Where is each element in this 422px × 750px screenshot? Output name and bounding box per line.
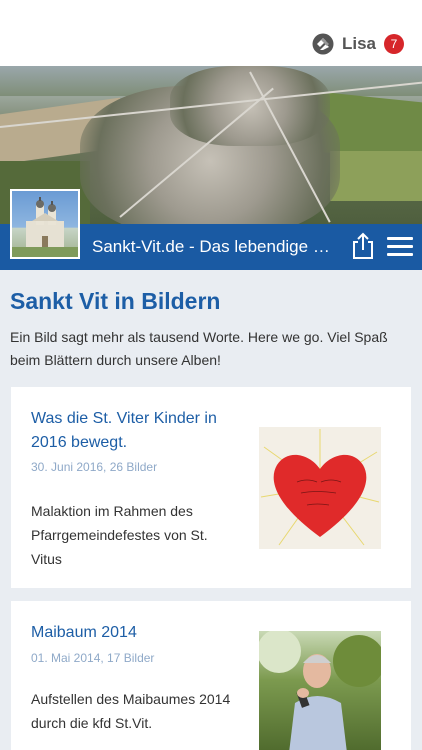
church-illustration	[12, 197, 78, 257]
app-logo-icon	[312, 33, 334, 55]
album-description: Aufstellen des Maibaumes 2014 durch die …	[31, 691, 231, 731]
hamburger-menu-icon[interactable]	[387, 237, 413, 257]
notification-badge[interactable]: 7	[384, 34, 404, 54]
album-title[interactable]: Maibaum 2014	[31, 621, 241, 645]
album-card[interactable]: Maibaum 2014 01. Mai 2014, 17 Bilder Auf…	[11, 601, 411, 750]
album-meta: 30. Juni 2016, 26 Bilder	[31, 460, 158, 474]
album-thumbnail[interactable]	[259, 427, 381, 549]
album-card[interactable]: Was die St. Viter Kinder in 2016 bewegt.…	[11, 387, 411, 588]
share-icon[interactable]	[350, 232, 376, 260]
page-intro: Ein Bild sagt mehr als tausend Worte. He…	[10, 329, 388, 368]
person-photo	[259, 631, 381, 750]
church-logo-image[interactable]	[10, 189, 80, 259]
album-title[interactable]: Was die St. Viter Kinder in 2016 bewegt.	[31, 407, 241, 455]
top-bar: Lisa 7	[0, 0, 422, 66]
heart-drawing	[260, 429, 380, 546]
page-title: Sankt Vit in Bildern	[10, 288, 221, 314]
album-description: Malaktion im Rahmen des Pfarrgemeindefes…	[31, 503, 208, 567]
album-thumbnail[interactable]	[259, 631, 381, 750]
user-name[interactable]: Lisa	[342, 34, 376, 54]
site-title[interactable]: Sankt-Vit.de - Das lebendige Dorf	[92, 237, 334, 257]
album-meta: 01. Mai 2014, 17 Bilder	[31, 651, 155, 665]
user-account[interactable]: Lisa 7	[312, 32, 404, 56]
